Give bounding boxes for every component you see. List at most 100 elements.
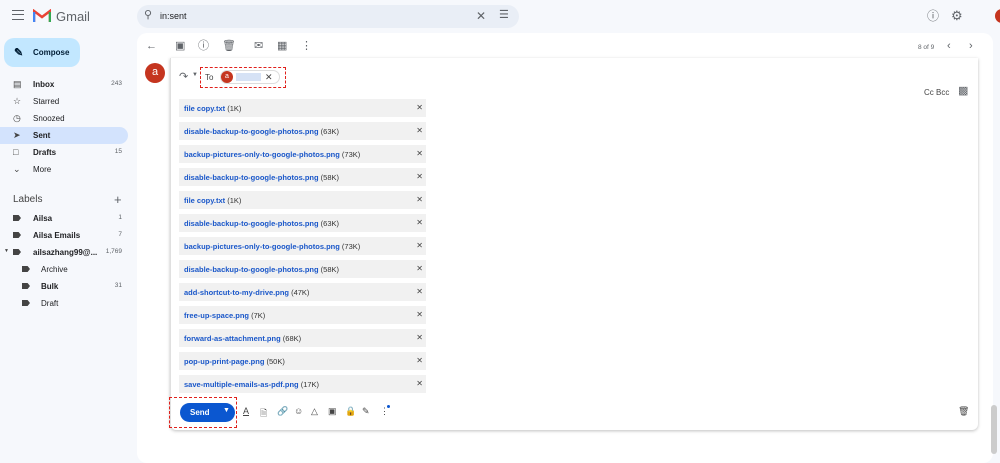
expand-label-icon[interactable]: ▼ bbox=[4, 248, 9, 254]
attachment-name[interactable]: disable-backup-to-google-photos.png bbox=[184, 219, 319, 228]
mark-unread-icon[interactable]: ✉ bbox=[254, 41, 263, 52]
next-page-icon[interactable]: › bbox=[969, 41, 973, 52]
attachment-name[interactable]: add-shortcut-to-my-drive.png bbox=[184, 288, 289, 297]
formatting-options-icon[interactable]: A bbox=[243, 406, 249, 416]
sidebar-item-snoozed[interactable]: ◷ Snoozed bbox=[0, 110, 128, 127]
label-item[interactable]: Draft bbox=[0, 295, 128, 312]
attachment-chip[interactable]: disable-backup-to-google-photos.png (58K… bbox=[179, 260, 426, 278]
attachment-chip[interactable]: backup-pictures-only-to-google-photos.pn… bbox=[179, 237, 426, 255]
attachment-chip[interactable]: pop-up-print-page.png (50K) ✕ bbox=[179, 352, 426, 370]
main-menu-icon[interactable] bbox=[12, 10, 24, 20]
insert-link-icon[interactable]: 🔗 bbox=[277, 406, 288, 417]
search-options-icon[interactable]: ☰ bbox=[499, 10, 509, 21]
remove-attachment-icon[interactable]: ✕ bbox=[416, 379, 423, 388]
attachment-size: (58K) bbox=[320, 173, 340, 182]
reply-type-dropdown-icon[interactable]: ▼ bbox=[192, 72, 198, 78]
label-item[interactable]: Ailsa 1 bbox=[0, 210, 128, 227]
remove-attachment-icon[interactable]: ✕ bbox=[416, 356, 423, 365]
label-item[interactable]: ▼ ailsazhang99@... 1,769 bbox=[0, 244, 128, 261]
attachment-chip[interactable]: backup-pictures-only-to-google-photos.pn… bbox=[179, 145, 426, 163]
label-name: Draft bbox=[41, 299, 59, 308]
label-item[interactable]: Ailsa Emails 7 bbox=[0, 227, 128, 244]
attachment-name[interactable]: forward-as-attachment.png bbox=[184, 334, 281, 343]
attachment-chip[interactable]: file copy.txt (1K) ✕ bbox=[179, 99, 426, 117]
attachment-chip[interactable]: free-up-space.png (7K) ✕ bbox=[179, 306, 426, 324]
schedule-send-dropdown-icon[interactable]: ▼ bbox=[223, 407, 230, 414]
attachment-chip[interactable]: save-multiple-emails-as-pdf.png (17K) ✕ bbox=[179, 375, 426, 393]
attachment-chip[interactable]: forward-as-attachment.png (68K) ✕ bbox=[179, 329, 426, 347]
account-avatar[interactable] bbox=[995, 9, 1000, 23]
remove-attachment-icon[interactable]: ✕ bbox=[416, 310, 423, 319]
attachment-name[interactable]: disable-backup-to-google-photos.png bbox=[184, 127, 319, 136]
label-item[interactable]: Archive bbox=[0, 261, 128, 278]
forward-arrow-icon[interactable]: ↷ bbox=[179, 72, 188, 83]
signature-icon[interactable]: ✎ bbox=[362, 406, 370, 417]
attachment-name[interactable]: free-up-space.png bbox=[184, 311, 249, 320]
sidebar-item-count: 243 bbox=[111, 80, 122, 87]
attachment-chip[interactable]: disable-backup-to-google-photos.png (63K… bbox=[179, 122, 426, 140]
insert-photo-icon[interactable]: ▣ bbox=[328, 406, 337, 417]
move-to-icon[interactable]: ▦ bbox=[277, 41, 287, 52]
label-item[interactable]: Bulk 31 bbox=[0, 278, 128, 295]
attach-file-icon[interactable]: 🗎 bbox=[260, 406, 267, 422]
remove-attachment-icon[interactable]: ✕ bbox=[416, 287, 423, 296]
settings-gear-icon[interactable]: ⚙ bbox=[951, 9, 963, 22]
search-input[interactable]: ⚲ in:sent ✕ ☰ bbox=[137, 5, 519, 28]
attachment-chip[interactable]: disable-backup-to-google-photos.png (63K… bbox=[179, 214, 426, 232]
attachment-chip[interactable]: disable-backup-to-google-photos.png (58K… bbox=[179, 168, 426, 186]
attachment-name[interactable]: disable-backup-to-google-photos.png bbox=[184, 265, 319, 274]
scrollbar[interactable] bbox=[991, 405, 997, 454]
recipient-avatar: a bbox=[221, 71, 233, 83]
app-name: Gmail bbox=[56, 9, 90, 24]
sidebar-item-drafts[interactable]: □ Drafts 15 bbox=[0, 144, 128, 161]
remove-recipient-icon[interactable]: ✕ bbox=[265, 72, 273, 83]
more-options-icon[interactable]: ⋮ bbox=[301, 41, 312, 52]
search-query[interactable]: in:sent bbox=[160, 11, 187, 21]
help-icon[interactable]: ⓘ bbox=[927, 10, 939, 22]
label-tag-icon bbox=[22, 266, 30, 272]
cc-bcc-link[interactable]: Cc Bcc bbox=[924, 88, 949, 97]
remove-attachment-icon[interactable]: ✕ bbox=[416, 172, 423, 181]
remove-attachment-icon[interactable]: ✕ bbox=[416, 103, 423, 112]
attachment-name[interactable]: backup-pictures-only-to-google-photos.pn… bbox=[184, 150, 340, 159]
search-icon[interactable]: ⚲ bbox=[144, 10, 152, 21]
send-button[interactable]: Send ▼ bbox=[180, 403, 235, 422]
recipient-chip[interactable]: a ✕ bbox=[220, 70, 280, 84]
clear-search-icon[interactable]: ✕ bbox=[476, 10, 486, 22]
attachment-chip[interactable]: add-shortcut-to-my-drive.png (47K) ✕ bbox=[179, 283, 426, 301]
google-drive-icon[interactable]: △ bbox=[311, 406, 318, 417]
attachment-name[interactable]: file copy.txt bbox=[184, 104, 225, 113]
sidebar-item-label: Inbox bbox=[33, 80, 55, 89]
attachment-name[interactable]: file copy.txt bbox=[184, 196, 225, 205]
sidebar-item-starred[interactable]: ☆ Starred bbox=[0, 93, 128, 110]
sidebar-item-sent[interactable]: ➤ Sent bbox=[0, 127, 128, 144]
add-label-icon[interactable]: + bbox=[114, 193, 122, 206]
chevron-down-icon: ⌄ bbox=[13, 164, 21, 174]
attachment-size: (47K) bbox=[291, 288, 310, 297]
remove-attachment-icon[interactable]: ✕ bbox=[416, 149, 423, 158]
remove-attachment-icon[interactable]: ✕ bbox=[416, 195, 423, 204]
delete-icon[interactable]: 🗑 bbox=[222, 41, 236, 52]
emoji-icon[interactable]: ☺ bbox=[294, 406, 303, 416]
archive-icon[interactable]: ▣ bbox=[175, 41, 185, 52]
prev-page-icon[interactable]: ‹ bbox=[947, 41, 951, 52]
confidential-mode-icon[interactable]: 🔒 bbox=[345, 406, 356, 417]
popout-icon[interactable]: ▩ bbox=[958, 86, 968, 97]
labels-heading: Labels bbox=[13, 194, 43, 205]
remove-attachment-icon[interactable]: ✕ bbox=[416, 241, 423, 250]
remove-attachment-icon[interactable]: ✕ bbox=[416, 218, 423, 227]
attachment-name[interactable]: backup-pictures-only-to-google-photos.pn… bbox=[184, 242, 340, 251]
remove-attachment-icon[interactable]: ✕ bbox=[416, 264, 423, 273]
attachment-chip[interactable]: file copy.txt (1K) ✕ bbox=[179, 191, 426, 209]
remove-attachment-icon[interactable]: ✕ bbox=[416, 126, 423, 135]
sidebar-item-inbox[interactable]: ▤ Inbox 243 bbox=[0, 76, 128, 93]
discard-draft-icon[interactable]: 🗑 bbox=[958, 406, 969, 417]
remove-attachment-icon[interactable]: ✕ bbox=[416, 333, 423, 342]
sidebar-item-more[interactable]: ⌄ More bbox=[0, 161, 128, 178]
attachment-name[interactable]: pop-up-print-page.png bbox=[184, 357, 264, 366]
attachment-name[interactable]: save-multiple-emails-as-pdf.png bbox=[184, 380, 299, 389]
compose-button[interactable]: ✎ Compose bbox=[4, 38, 80, 67]
back-arrow-icon[interactable]: ← bbox=[146, 41, 157, 52]
attachment-name[interactable]: disable-backup-to-google-photos.png bbox=[184, 173, 319, 182]
report-spam-icon[interactable]: ⓘ bbox=[198, 41, 209, 52]
